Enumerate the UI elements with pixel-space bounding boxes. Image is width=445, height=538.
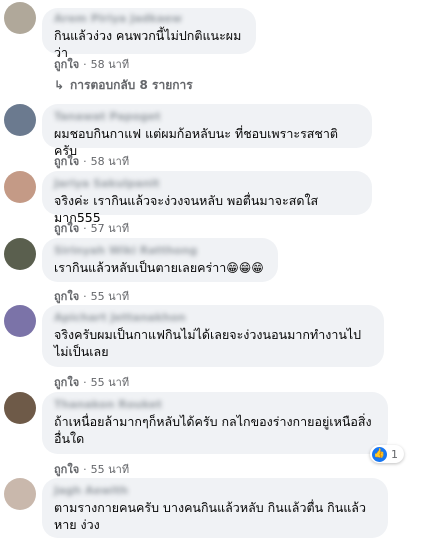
timestamp[interactable]: 55 นาที — [91, 290, 129, 303]
reaction-count: 1 — [391, 447, 398, 461]
comment-meta: ถูกใจ · 58 นาที — [54, 58, 130, 71]
comment-meta: ถูกใจ · 55 นาที — [54, 463, 130, 476]
like-link[interactable]: ถูกใจ — [54, 463, 79, 476]
comment-bubble: Apichart Jettanakhon จริงครับผมเป็นกาแฟก… — [42, 305, 384, 367]
author-name[interactable]: Jariya Sakulpanit — [54, 177, 360, 191]
comment-text: ตามรางกายคนครับ บางคนกินแล้วหลับ กินแล้ว… — [54, 500, 366, 532]
author-name[interactable]: Tanawat Papoget — [54, 110, 360, 124]
avatar[interactable] — [4, 171, 36, 203]
comment-bubble: Jariya Sakulpanit จริงค่ะ เรากินแล้วจะง่… — [42, 171, 372, 225]
comment-meta: ถูกใจ · 55 นาที — [54, 376, 130, 389]
avatar[interactable] — [4, 104, 36, 136]
like-link[interactable]: ถูกใจ — [54, 290, 79, 303]
author-name[interactable]: Arem Piriya Jadkaew — [54, 12, 244, 26]
comment-bubble: Jagh Aewith ตามรางกายคนครับ บางคนกินแล้ว… — [42, 478, 388, 538]
like-link[interactable]: ถูกใจ — [54, 155, 79, 168]
reaction-summary[interactable]: 👍 1 — [370, 445, 404, 463]
timestamp[interactable]: 58 นาที — [91, 155, 129, 168]
avatar[interactable] — [4, 305, 36, 337]
comment-meta: ถูกใจ · 55 นาที — [54, 290, 130, 303]
author-name[interactable]: Jagh Aewith — [54, 484, 376, 498]
view-replies-link[interactable]: ↳ การตอบกลับ 8 รายการ — [54, 76, 193, 95]
comment-text-body: เรากินแล้วหลับเป็นตายเลยคร่าา — [54, 260, 227, 275]
like-link[interactable]: ถูกใจ — [54, 58, 79, 71]
comment-text: จริงครับผมเป็นกาแฟกินไม่ได้เลยจะง่วงนอนม… — [54, 327, 362, 359]
comment-bubble: Thanakon Rouket ถ้าเหนื่อยล้ามากๆก็หลับไ… — [42, 392, 388, 454]
comment-bubble: Arem Piriya Jadkaew กินแล้วง่วง คนพวกนี้… — [42, 8, 256, 60]
comment-bubble: Tanawat Papoget ผมชอบกินกาแฟ แต่ผมก้อหลั… — [42, 104, 372, 158]
grin-emoji-icon: 😁😁😁 — [226, 261, 264, 275]
like-link[interactable]: ถูกใจ — [54, 376, 79, 389]
timestamp[interactable]: 58 นาที — [91, 58, 129, 71]
avatar[interactable] — [4, 478, 36, 510]
author-name[interactable]: Sirinyah Wiki Ratthong — [54, 244, 266, 258]
avatar[interactable] — [4, 2, 36, 34]
replies-label: การตอบกลับ 8 รายการ — [70, 78, 193, 92]
timestamp[interactable]: 55 นาที — [91, 376, 129, 389]
avatar[interactable] — [4, 238, 36, 270]
timestamp[interactable]: 55 นาที — [91, 463, 129, 476]
comment-bubble: Sirinyah Wiki Ratthong เรากินแล้วหลับเป็… — [42, 238, 278, 282]
comment-meta: ถูกใจ · 58 นาที — [54, 155, 130, 168]
timestamp[interactable]: 57 นาที — [91, 222, 129, 235]
author-name[interactable]: Thanakon Rouket — [54, 398, 376, 412]
avatar[interactable] — [4, 392, 36, 424]
author-name[interactable]: Apichart Jettanakhon — [54, 311, 372, 325]
reply-arrow-icon: ↳ — [54, 78, 65, 92]
comment-text: เรากินแล้วหลับเป็นตายเลยคร่าา😁😁😁 — [54, 259, 266, 277]
thumbs-up-icon: 👍 — [372, 446, 387, 462]
comment-text: ถ้าเหนื่อยล้ามากๆก็หลับได้ครับ กลไกของร่… — [54, 414, 372, 446]
like-link[interactable]: ถูกใจ — [54, 222, 79, 235]
comment-meta: ถูกใจ · 57 นาที — [54, 222, 130, 235]
